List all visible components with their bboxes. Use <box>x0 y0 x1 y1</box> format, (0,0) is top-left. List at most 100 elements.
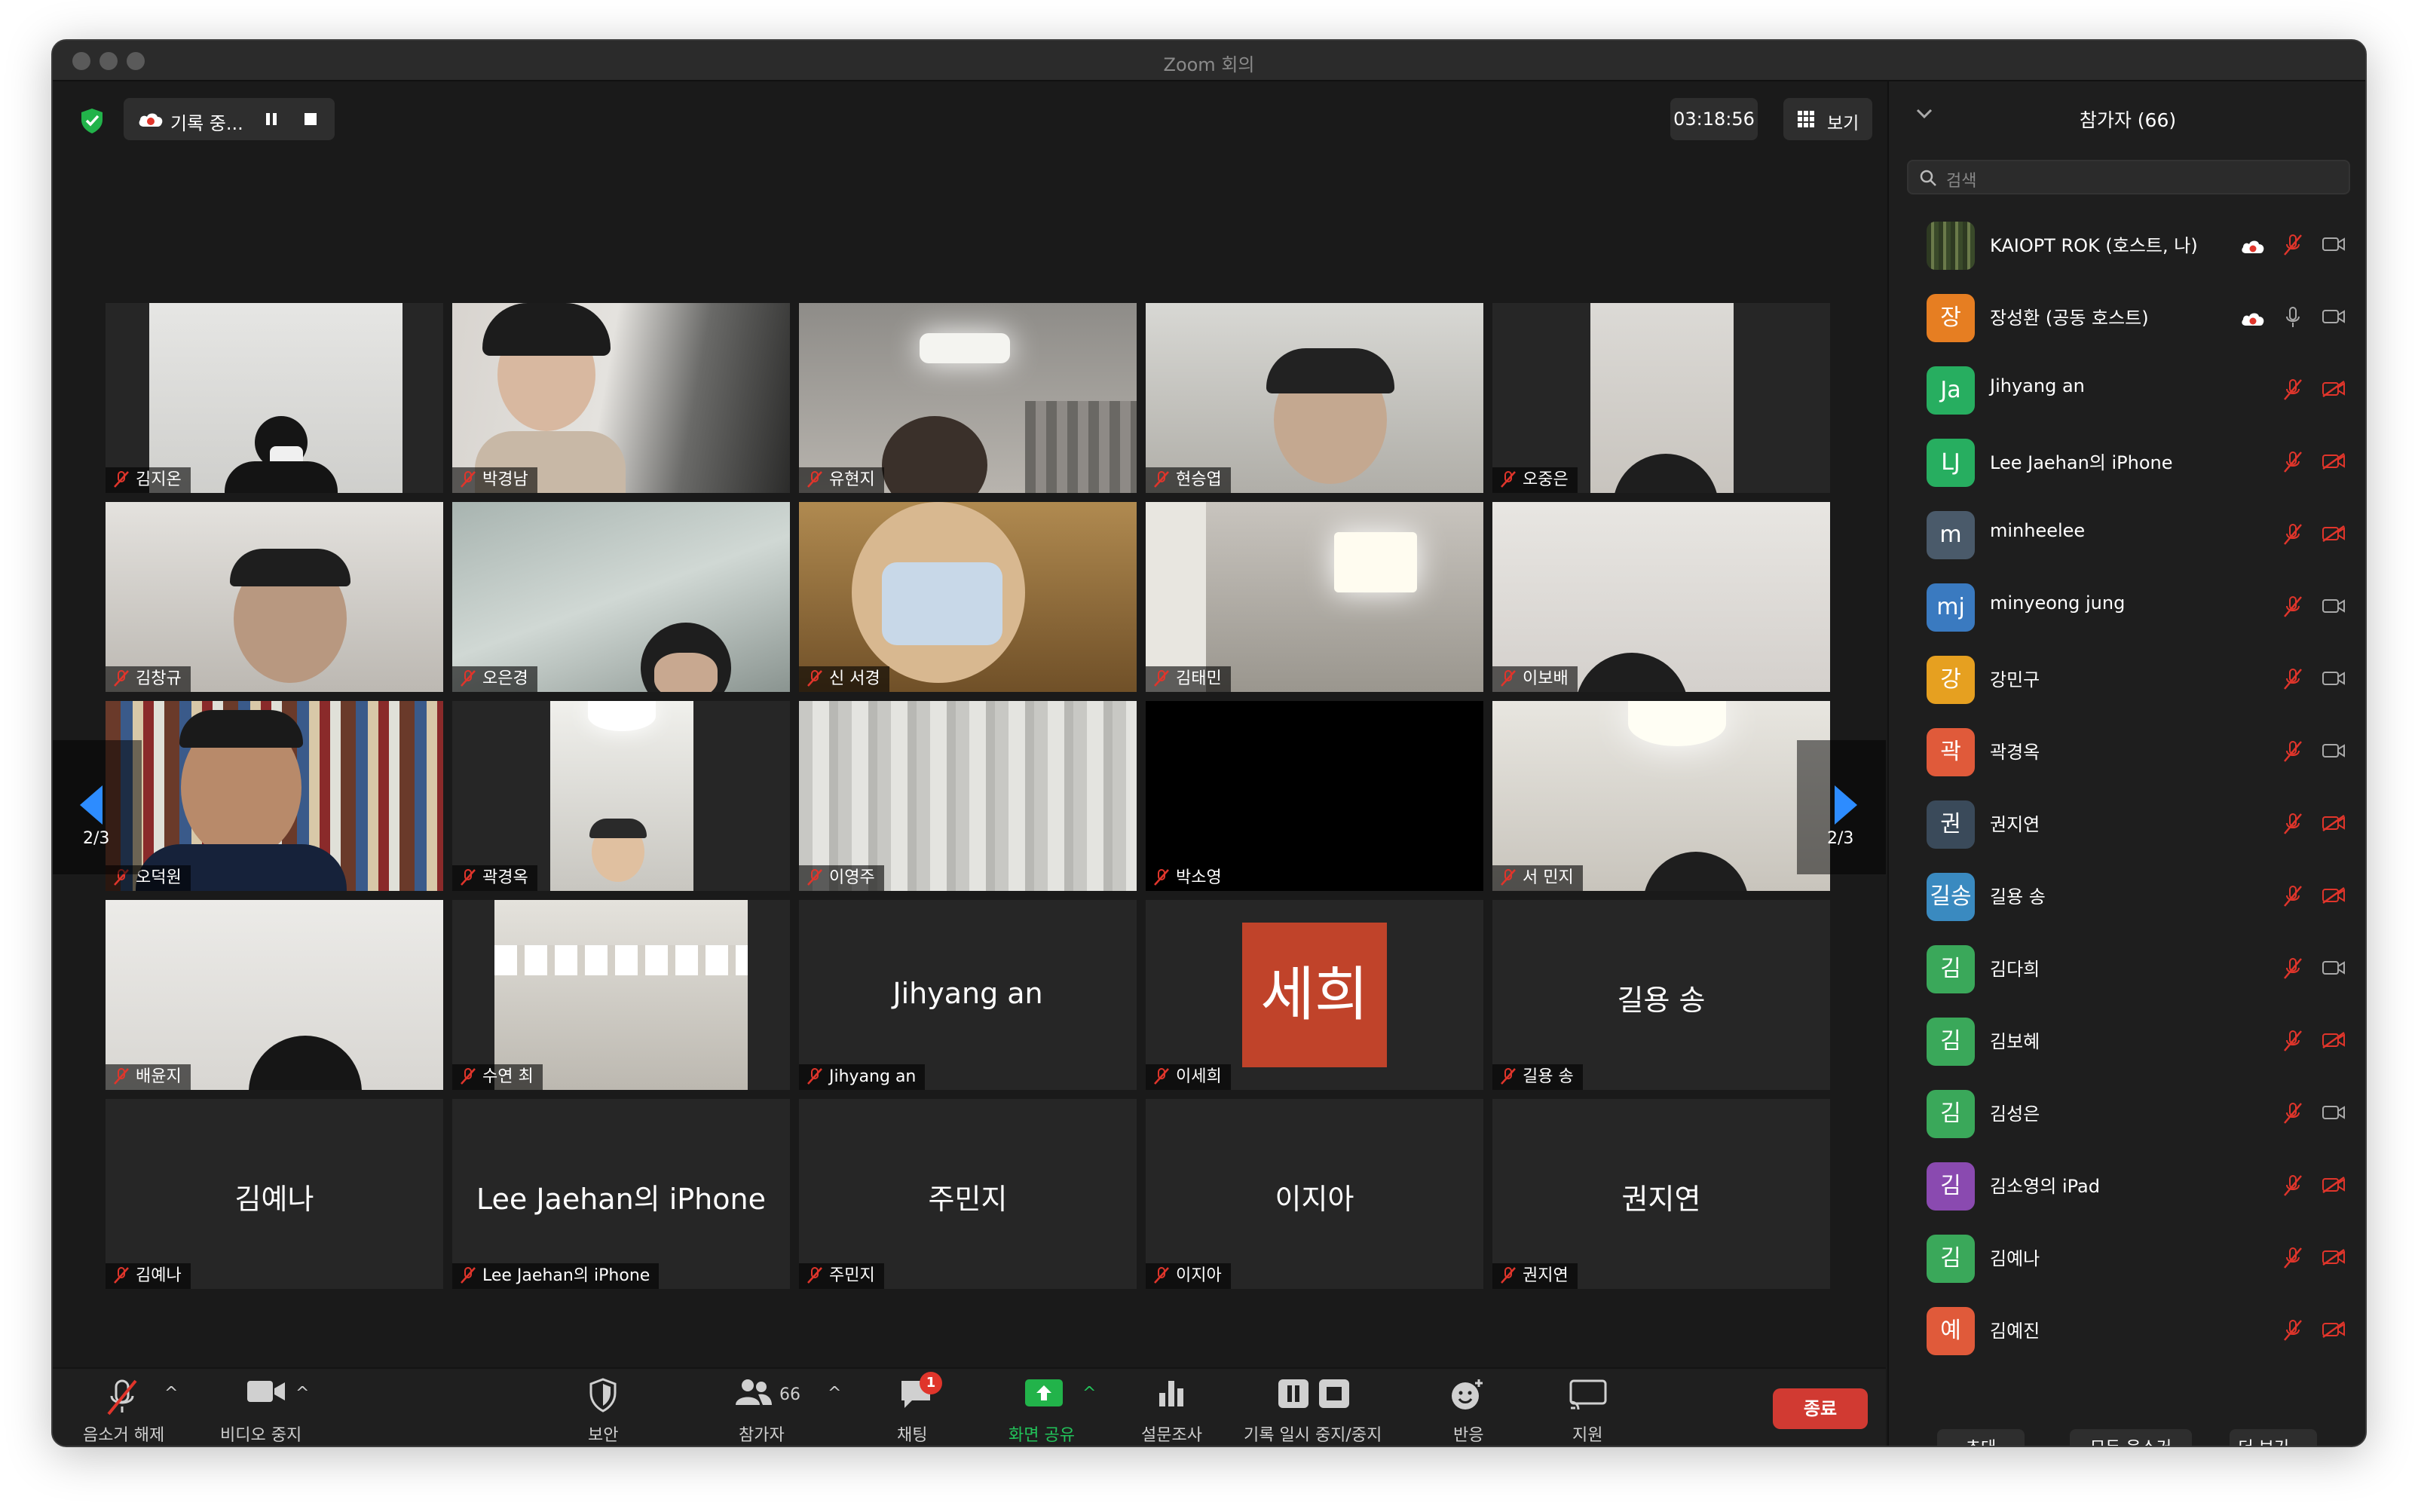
video-off-icon[interactable] <box>2322 1321 2346 1342</box>
reactions-button[interactable]: 반응 <box>1437 1369 1497 1446</box>
participants-options-chevron-icon[interactable]: ^ <box>828 1384 841 1403</box>
muted-mic-icon[interactable] <box>2282 523 2303 549</box>
video-tile[interactable]: 이보배 <box>1492 502 1830 692</box>
participant-row[interactable]: 예 김예진 <box>1889 1287 2365 1360</box>
muted-mic-icon[interactable] <box>2282 1102 2303 1128</box>
video-tile[interactable]: 길용 송 길용 송 <box>1492 900 1830 1090</box>
stop-video-button[interactable]: 비디오 중지 <box>211 1369 317 1446</box>
video-tile[interactable]: Lee Jaehan의 iPhone Lee Jaehan의 iPhone <box>452 1099 790 1289</box>
video-tile[interactable]: 이지아 이지아 <box>1146 1099 1483 1289</box>
pause-stop-recording-button[interactable]: 기록 일시 중지/중지 <box>1239 1369 1390 1446</box>
video-camera-icon[interactable] <box>2322 959 2346 980</box>
video-camera-icon[interactable] <box>2322 235 2346 256</box>
unmute-button[interactable]: 음소거 해제 <box>75 1369 173 1446</box>
muted-mic-icon[interactable] <box>2282 1319 2303 1345</box>
muted-mic-icon[interactable] <box>2282 957 2303 983</box>
video-tile[interactable]: 주민지 주민지 <box>799 1099 1137 1289</box>
participant-row[interactable]: 곽 곽경옥 <box>1889 709 2365 781</box>
participant-row[interactable]: 장 장성환 (공동 호스트) <box>1889 274 2365 347</box>
participant-row[interactable]: mj minyeong jung <box>1889 564 2365 636</box>
video-tile[interactable]: 서 민지 <box>1492 701 1830 891</box>
participant-row[interactable]: 김 김보혜 <box>1889 998 2365 1070</box>
stop-recording-icon[interactable] <box>303 112 318 127</box>
participant-avatar: 김 <box>1927 945 1975 993</box>
muted-mic-icon[interactable] <box>2282 740 2303 766</box>
video-tile[interactable]: 신 서경 <box>799 502 1137 692</box>
support-button[interactable]: 지원 <box>1557 1369 1618 1446</box>
muted-mic-icon[interactable] <box>2282 1030 2303 1055</box>
participant-row[interactable]: Ja Jihyang an <box>1889 347 2365 419</box>
muted-mic-icon[interactable] <box>2282 1174 2303 1200</box>
camera-feed <box>452 303 790 493</box>
video-camera-icon[interactable] <box>2322 742 2346 763</box>
participant-row[interactable]: 김 김예나 <box>1889 1215 2365 1287</box>
next-page-button[interactable]: 2/3 <box>1797 740 1886 874</box>
muted-mic-icon[interactable] <box>2282 668 2303 693</box>
video-tile[interactable]: 김지온 <box>106 303 443 493</box>
muted-mic-icon[interactable] <box>2282 595 2303 621</box>
video-tile[interactable]: 박경남 <box>452 303 790 493</box>
participant-row[interactable]: 길송 길용 송 <box>1889 853 2365 926</box>
participant-row[interactable]: 김 김성은 <box>1889 1070 2365 1143</box>
view-button[interactable]: 보기 <box>1783 98 1872 140</box>
video-tile[interactable]: 박소영 <box>1146 701 1483 891</box>
muted-mic-icon[interactable] <box>2282 234 2303 259</box>
video-camera-icon[interactable] <box>2322 308 2346 329</box>
participant-search-input[interactable]: 검색 <box>1907 160 2350 194</box>
video-tile[interactable]: 유현지 <box>799 303 1137 493</box>
video-tile[interactable]: 현승엽 <box>1146 303 1483 493</box>
video-tile[interactable]: 이영주 <box>799 701 1137 891</box>
video-tile[interactable]: 수연 최 <box>452 900 790 1090</box>
microphone-icon[interactable] <box>2282 306 2303 332</box>
video-off-icon[interactable] <box>2322 814 2346 835</box>
video-tile[interactable]: 김창규 <box>106 502 443 692</box>
video-off-icon[interactable] <box>2322 452 2346 473</box>
muted-mic-icon[interactable] <box>2282 813 2303 838</box>
video-tile[interactable]: 오덕원 <box>106 701 443 891</box>
previous-page-button[interactable]: 2/3 <box>53 740 142 874</box>
video-off-icon[interactable] <box>2322 1248 2346 1269</box>
muted-mic-icon[interactable] <box>2282 451 2303 476</box>
more-options-button[interactable]: 더 보기 ⌄ <box>2230 1429 2317 1446</box>
participant-row[interactable]: 강 강민구 <box>1889 636 2365 709</box>
video-tile[interactable]: 곽경옥 <box>452 701 790 891</box>
invite-button[interactable]: 초대 <box>1937 1429 2025 1446</box>
video-off-icon[interactable] <box>2322 380 2346 401</box>
audio-options-chevron-icon[interactable]: ^ <box>164 1384 178 1403</box>
video-tile[interactable]: 오은경 <box>452 502 790 692</box>
video-tile[interactable]: 김예나 김예나 <box>106 1099 443 1289</box>
chat-button[interactable]: 1 채팅 <box>886 1369 947 1446</box>
muted-mic-icon[interactable] <box>2282 1247 2303 1272</box>
participants-button[interactable]: 66 참가자 <box>721 1369 811 1446</box>
video-camera-icon[interactable] <box>2322 597 2346 618</box>
video-tile[interactable]: Jihyang an Jihyang an <box>799 900 1137 1090</box>
participant-row[interactable]: LJ Lee Jaehan의 iPhone <box>1889 419 2365 491</box>
end-meeting-button[interactable]: 종료 <box>1773 1388 1868 1429</box>
video-off-icon[interactable] <box>2322 1031 2346 1052</box>
participant-row[interactable]: m minheelee <box>1889 491 2365 564</box>
video-tile[interactable]: 배윤지 <box>106 900 443 1090</box>
video-camera-icon[interactable] <box>2322 669 2346 690</box>
video-tile[interactable]: 오중은 <box>1492 303 1830 493</box>
video-off-icon[interactable] <box>2322 525 2346 546</box>
muted-mic-icon[interactable] <box>2282 378 2303 404</box>
participant-row[interactable]: 김 김다희 <box>1889 926 2365 998</box>
share-screen-button[interactable]: 화면 공유 <box>999 1369 1097 1446</box>
video-tile[interactable]: 권지연 권지연 <box>1492 1099 1830 1289</box>
participant-row[interactable]: KAIOPT ROK (호스트, 나) <box>1889 202 2365 274</box>
security-button[interactable]: 보안 <box>573 1369 633 1446</box>
video-options-chevron-icon[interactable]: ^ <box>295 1384 309 1403</box>
video-camera-icon[interactable] <box>2322 1103 2346 1125</box>
mute-all-button[interactable]: 모두 음소거 <box>2070 1429 2192 1446</box>
participant-row[interactable]: 김 김소영의 iPad <box>1889 1143 2365 1215</box>
pause-recording-icon[interactable] <box>264 112 279 127</box>
muted-mic-icon[interactable] <box>2282 885 2303 911</box>
video-tile[interactable]: 김태민 <box>1146 502 1483 692</box>
security-shield-icon[interactable] <box>77 106 107 136</box>
polls-button[interactable]: 설문조사 <box>1135 1369 1211 1446</box>
video-off-icon[interactable] <box>2322 1176 2346 1197</box>
participant-row[interactable]: 권 권지연 <box>1889 781 2365 853</box>
share-options-chevron-icon[interactable]: ^ <box>1082 1384 1096 1403</box>
video-off-icon[interactable] <box>2322 886 2346 908</box>
video-tile[interactable]: 세희 이세희 <box>1146 900 1483 1090</box>
